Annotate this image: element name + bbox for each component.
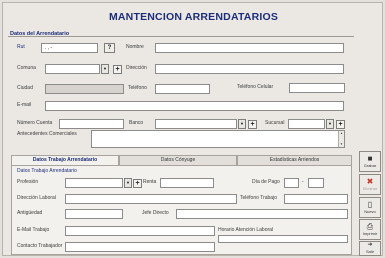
direccion-laboral-label: Dirección Laboral: [17, 195, 56, 201]
contacto-input[interactable]: [65, 242, 215, 252]
eliminar-button[interactable]: ✖ Eliminar: [359, 174, 381, 195]
comuna-select[interactable]: [45, 64, 100, 74]
ciudad-label: Ciudad: [17, 85, 33, 91]
delete-x-icon: ✖: [366, 177, 374, 186]
printer-icon: ⎙: [366, 222, 374, 231]
nombre-label: Nombre: [126, 44, 144, 50]
ciudad-input: [45, 84, 124, 94]
direccion-input[interactable]: [155, 64, 344, 74]
direccion-laboral-input[interactable]: [65, 194, 237, 204]
profesion-select[interactable]: [65, 178, 123, 188]
salir-label: Salir: [365, 249, 374, 254]
antecedentes-label: Antecedentes Comerciales: [17, 131, 77, 137]
new-document-icon: ▯: [367, 200, 373, 209]
sucursal-select[interactable]: [288, 119, 325, 129]
jefe-directo-input[interactable]: [176, 209, 348, 219]
tab-estadisticas[interactable]: Estadísticas Arriendos: [237, 155, 352, 165]
tab-panel-trabajo: Datos Trabajo Arrendatario Profesión ▼ +…: [11, 165, 352, 255]
banco-select[interactable]: [155, 119, 237, 129]
antecedentes-textarea[interactable]: ▲ ▼: [91, 130, 345, 148]
telefono-trabajo-label: Teléfono Trabajo: [240, 195, 277, 201]
renta-label: Renta: [143, 179, 157, 185]
eliminar-label: Eliminar: [362, 186, 378, 191]
telefono-label: Teléfono: [128, 85, 147, 91]
trabajo-group-label: Datos Trabajo Arrendatario: [17, 168, 77, 174]
celular-label: Teléfono Celular: [237, 84, 274, 90]
comuna-add-button[interactable]: +: [113, 65, 122, 74]
email-trabajo-input[interactable]: [65, 226, 215, 236]
contacto-label: Contacto Trabajador: [17, 243, 63, 249]
tab-datos-conyuge[interactable]: Datos Cónyuge: [119, 155, 237, 165]
profesion-dropdown-icon[interactable]: ▼: [124, 178, 132, 188]
email-input[interactable]: [45, 101, 344, 111]
nuevo-label: Nuevo: [364, 209, 376, 214]
grabar-label: Grabar: [363, 163, 377, 168]
horario-label: Horario Atención Laboral: [218, 227, 274, 233]
sucursal-add-button[interactable]: +: [336, 120, 345, 129]
cuenta-label: Número Cuenta: [17, 120, 53, 126]
sucursal-label: Sucursal: [265, 120, 285, 126]
scroll-up-icon[interactable]: ▲: [339, 131, 344, 136]
antecedentes-scrollbar[interactable]: ▲ ▼: [338, 131, 344, 147]
imprimir-button[interactable]: ⎙ Imprimir: [359, 219, 381, 240]
horario-input[interactable]: [218, 235, 348, 243]
nuevo-button[interactable]: ▯ Nuevo: [359, 197, 381, 218]
page-title: MANTENCION ARRENDATARIOS: [108, 11, 279, 23]
rut-search-button[interactable]: ?: [104, 43, 115, 53]
email-trabajo-label: E-Mail Trabajo: [17, 227, 50, 233]
salir-button[interactable]: ➜ Salir: [359, 241, 381, 256]
rut-input[interactable]: . , -: [41, 43, 98, 53]
floppy-disk-icon: ■: [367, 154, 373, 163]
imprimir-label: Imprimir: [362, 231, 378, 236]
tab-strip: Datos Trabajo Arrendatario Datos Cónyuge…: [11, 155, 352, 166]
direccion-label: Dirección: [126, 65, 147, 71]
telefono-input[interactable]: [155, 84, 210, 94]
grabar-button[interactable]: ■ Grabar: [359, 151, 381, 172]
scroll-down-icon[interactable]: ▼: [339, 142, 344, 147]
dia-pago-input-2[interactable]: [308, 178, 324, 188]
telefono-trabajo-input[interactable]: [284, 194, 348, 204]
exit-arrow-icon: ➜: [367, 242, 373, 248]
rut-label: Rut: [17, 44, 25, 50]
dia-pago-input[interactable]: [284, 178, 299, 188]
cuenta-input[interactable]: [59, 119, 124, 129]
email-label: E-mail: [17, 102, 32, 108]
nombre-input[interactable]: [155, 43, 344, 53]
banco-label: Banco: [129, 120, 144, 126]
antiguedad-label: Antigüedad: [17, 210, 43, 216]
renta-input[interactable]: [160, 178, 214, 188]
comuna-dropdown-icon[interactable]: ▼: [101, 64, 109, 74]
jefe-directo-label: Jefe Directo: [142, 210, 169, 216]
sucursal-dropdown-icon[interactable]: ▼: [326, 119, 334, 129]
dia-pago-separator: -: [302, 179, 304, 185]
profesion-label: Profesión: [17, 179, 39, 185]
group-divider: [8, 36, 354, 37]
celular-input[interactable]: [289, 83, 345, 93]
banco-add-button[interactable]: +: [248, 120, 257, 129]
banco-dropdown-icon[interactable]: ▼: [238, 119, 246, 129]
comuna-label: Comuna: [17, 65, 36, 71]
dia-pago-label: Día de Pago: [252, 179, 280, 185]
antiguedad-input[interactable]: [65, 209, 123, 219]
main-window: MANTENCION ARRENDATARIOS Datos del Arren…: [2, 2, 383, 256]
profesion-add-button[interactable]: +: [133, 179, 142, 188]
